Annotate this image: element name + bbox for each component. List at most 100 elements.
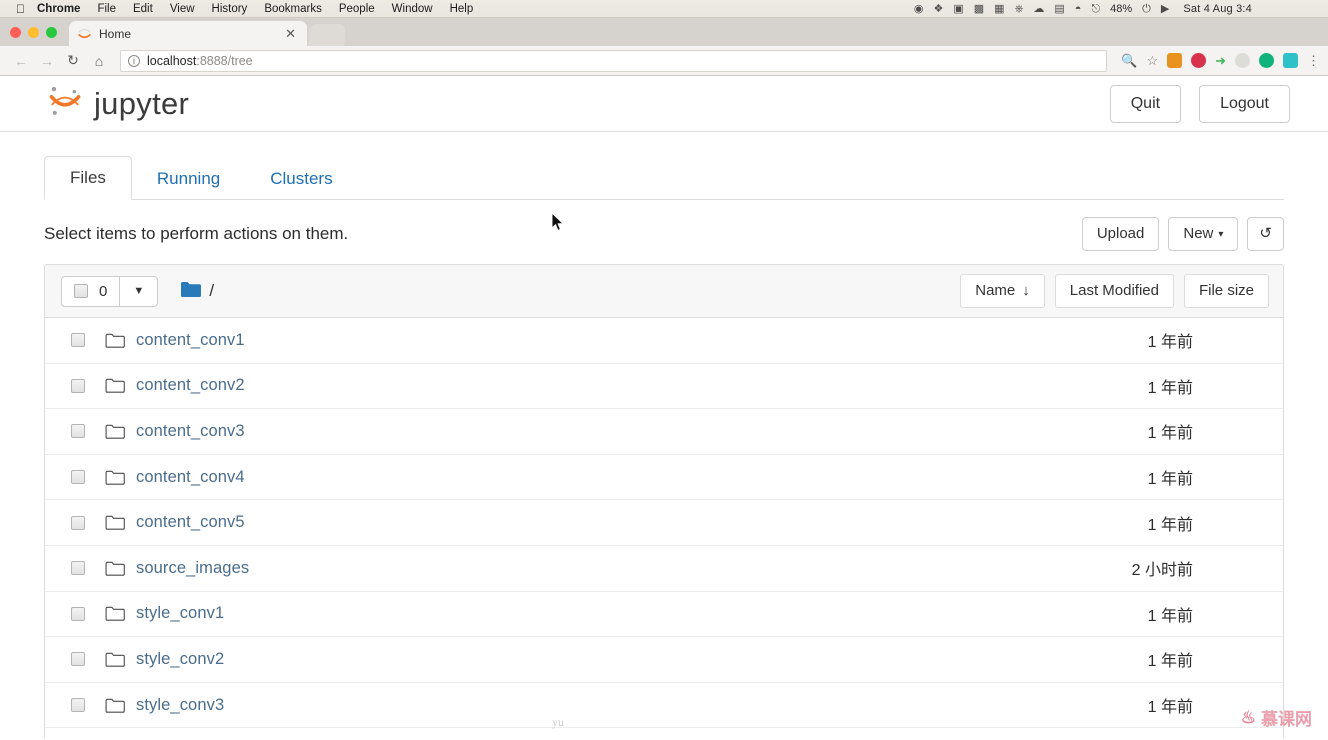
browser-toolbar: ← → ↻ ⌂ i localhost :8888/tree 🔍 ☆ ➜ ⋮	[0, 46, 1328, 76]
quit-button[interactable]: Quit	[1109, 84, 1182, 123]
info-circle-icon[interactable]: i	[128, 54, 140, 67]
table-row[interactable]: content_conv3 1 年前	[45, 409, 1283, 455]
table-row[interactable]: content_conv5 1 年前	[45, 500, 1283, 546]
menu-item-help[interactable]: Help	[450, 3, 474, 15]
table-row[interactable]: content_conv2 1 年前	[45, 363, 1283, 410]
table-row[interactable]	[45, 728, 1283, 738]
file-name-link[interactable]: source_images	[136, 559, 249, 578]
zoom-search-icon[interactable]: 🔍	[1121, 54, 1137, 67]
file-modified-time: 1 年前	[1147, 425, 1193, 443]
menu-item-bookmarks[interactable]: Bookmarks	[264, 3, 322, 15]
sort-last-modified-label: Last Modified	[1069, 282, 1159, 299]
row-checkbox[interactable]	[71, 606, 85, 621]
refresh-button[interactable]: ↺	[1247, 217, 1284, 251]
green-arrow-icon[interactable]: ➜	[1215, 54, 1226, 67]
cloud-icon[interactable]: ☁	[1033, 3, 1044, 15]
menu-item-window[interactable]: Window	[392, 3, 433, 15]
omnibox-path: :8888/tree	[196, 53, 253, 68]
menu-item-history[interactable]: History	[212, 3, 248, 15]
sort-buttons: Name ↓ Last Modified File size	[960, 274, 1269, 308]
dropbox-icon[interactable]: ❖	[933, 3, 943, 15]
browser-toolbar-actions: 🔍 ☆ ➜ ⋮	[1115, 53, 1320, 68]
menu-item-file[interactable]: File	[97, 3, 116, 15]
os-clock[interactable]: Sat 4 Aug 3:4	[1183, 3, 1252, 15]
folder-outline-icon	[105, 377, 125, 394]
linkedin-icon[interactable]	[1259, 53, 1274, 68]
menu-item-chrome[interactable]: Chrome	[37, 3, 80, 15]
minimize-window-button[interactable]	[28, 27, 39, 38]
battery-bars-icon[interactable]: ▤	[1054, 3, 1064, 15]
row-checkbox[interactable]	[71, 378, 85, 393]
row-checkbox[interactable]	[71, 515, 85, 530]
file-name-link[interactable]: content_conv3	[136, 422, 245, 441]
kebab-menu-icon[interactable]: ⋮	[1307, 54, 1320, 67]
menu-item-edit[interactable]: Edit	[133, 3, 153, 15]
browser-tab-home[interactable]: Home ✕	[69, 21, 307, 46]
chevron-down-icon: ▼	[133, 285, 145, 297]
logout-button[interactable]: Logout	[1199, 84, 1290, 123]
table-row[interactable]: style_conv3 1 年前	[45, 682, 1283, 729]
site-watermark: ♨ 慕课网	[1241, 705, 1312, 730]
close-icon[interactable]: ✕	[282, 27, 299, 40]
selection-dropdown-button[interactable]: ▼	[120, 275, 159, 307]
forward-arrow-icon[interactable]: →	[34, 53, 60, 69]
new-button[interactable]: New ▾	[1168, 217, 1239, 251]
tab-files[interactable]: Files	[44, 155, 132, 200]
new-tab-button[interactable]	[308, 24, 346, 46]
extension-orange-icon[interactable]	[1167, 53, 1183, 68]
select-all-control[interactable]: 0	[61, 275, 121, 307]
sort-file-size-button[interactable]: File size	[1183, 274, 1269, 308]
file-name-link[interactable]: content_conv4	[136, 468, 245, 487]
file-name-link[interactable]: style_conv3	[136, 696, 224, 715]
file-name-link[interactable]: content_conv1	[136, 331, 245, 350]
shield-icon[interactable]: ▩	[974, 3, 984, 15]
opera-icon[interactable]	[1191, 53, 1207, 68]
select-all-checkbox[interactable]	[74, 284, 88, 298]
tab-running[interactable]: Running	[132, 158, 245, 200]
sort-name-button[interactable]: Name ↓	[960, 274, 1045, 308]
star-icon[interactable]: ☆	[1146, 54, 1158, 67]
apple-logo-icon[interactable]: 	[16, 3, 25, 15]
file-name-link[interactable]: style_conv1	[136, 604, 224, 623]
sort-last-modified-button[interactable]: Last Modified	[1054, 274, 1174, 308]
file-name-link[interactable]: content_conv2	[136, 376, 245, 395]
maximize-window-button[interactable]	[46, 27, 57, 38]
sync-icon[interactable]: ▣	[953, 3, 963, 15]
dropbox-sync-icon[interactable]: ▶	[1161, 3, 1169, 15]
file-name-link[interactable]: style_conv2	[136, 650, 224, 669]
breadcrumb[interactable]: /	[180, 280, 214, 303]
back-arrow-icon[interactable]: ←	[8, 53, 34, 69]
close-window-button[interactable]	[10, 27, 21, 38]
row-checkbox[interactable]	[71, 470, 85, 485]
table-row[interactable]: content_conv4 1 年前	[45, 454, 1283, 501]
row-checkbox[interactable]	[71, 424, 85, 439]
home-icon[interactable]: ⌂	[86, 53, 112, 69]
tab-clusters[interactable]: Clusters	[245, 158, 357, 200]
row-checkbox[interactable]	[71, 698, 85, 713]
folder-outline-icon	[105, 514, 125, 531]
upload-button[interactable]: Upload	[1081, 217, 1160, 251]
battery-charging-icon[interactable]: ⏻	[1142, 3, 1151, 15]
row-checkbox[interactable]	[71, 652, 85, 667]
file-name-link[interactable]: content_conv5	[136, 513, 245, 532]
menu-item-people[interactable]: People	[339, 3, 375, 15]
screenshot-icon[interactable]: ▦	[994, 3, 1004, 15]
table-row[interactable]: style_conv1 1 年前	[45, 591, 1283, 638]
menu-item-view[interactable]: View	[170, 3, 195, 15]
breadcrumb-root[interactable]: /	[209, 281, 214, 301]
address-bar[interactable]: i localhost :8888/tree	[120, 49, 1108, 72]
row-checkbox[interactable]	[71, 561, 85, 576]
table-row[interactable]: source_images 2 小时前	[45, 545, 1283, 592]
file-modified-time: 2 小时前	[1131, 562, 1193, 580]
wifi-icon[interactable]: ◓	[1075, 3, 1082, 15]
table-row[interactable]: content_conv1 1 年前	[45, 318, 1283, 364]
airplay-icon[interactable]: ⎈	[1015, 3, 1024, 15]
shield-grey-icon[interactable]	[1235, 53, 1250, 68]
table-row[interactable]: style_conv2 1 年前	[45, 637, 1283, 683]
input-source-icon[interactable]: ⎋	[1091, 3, 1100, 15]
jupyter-logo[interactable]: jupyter	[48, 82, 189, 125]
reload-icon[interactable]: ↻	[60, 52, 86, 69]
row-checkbox[interactable]	[71, 333, 85, 348]
record-icon[interactable]: ◉	[914, 3, 924, 15]
window-capture-icon[interactable]	[1283, 53, 1298, 68]
